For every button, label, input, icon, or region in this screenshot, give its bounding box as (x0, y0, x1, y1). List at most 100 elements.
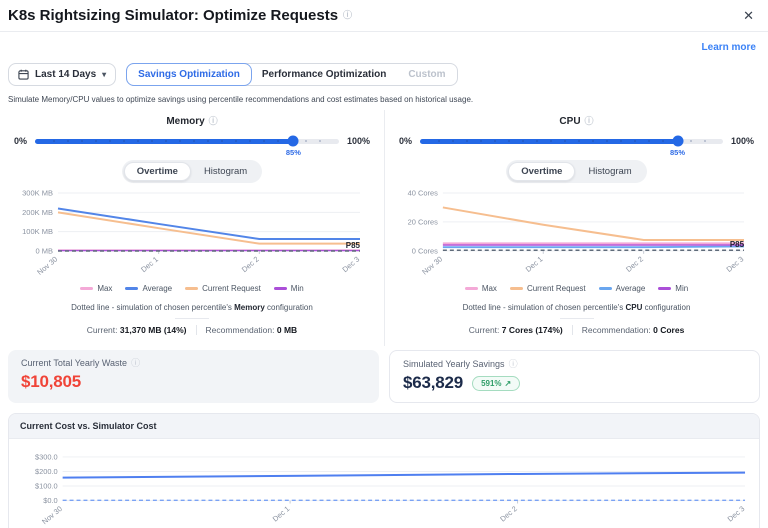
note-prefix: Dotted line - simulation of chosen perce… (462, 302, 626, 312)
simulator-description: Simulate Memory/CPU values to optimize s… (8, 95, 474, 104)
svg-text:0 Cores: 0 Cores (412, 246, 438, 255)
legend-marker (80, 287, 94, 290)
slider-thumb[interactable] (287, 135, 299, 147)
slider-max-label: 100% (730, 136, 754, 146)
legend-item[interactable]: Min (658, 284, 688, 293)
toggle-overtime[interactable]: Overtime (123, 162, 191, 181)
waste-label-text: Current Total Yearly Waste (21, 358, 128, 368)
memory-overtime-chart[interactable]: 0 MB 100K MB 200K MB 300K MB Nov 30 Dec 1 Dec … (10, 187, 374, 281)
info-icon[interactable]: ⓘ (585, 117, 594, 126)
legend-item[interactable]: Average (598, 283, 646, 293)
legend-label: Average (615, 283, 646, 293)
resource-panels: Memory ⓘ 0% 85% 100% Overtime Histogram … (0, 110, 768, 346)
legend-item[interactable]: Current Request (509, 284, 586, 293)
cost-comparison-chart[interactable]: $0.0 $100.0 $200.0 $300.0 Nov 30 Dec 1 Dec 2 De… (17, 449, 751, 528)
slider-track[interactable]: 85% (420, 135, 723, 157)
svg-text:Dec 3: Dec 3 (340, 255, 361, 274)
svg-text:P85: P85 (730, 240, 745, 249)
toggle-histogram[interactable]: Histogram (191, 162, 260, 181)
badge-text: 591% (481, 378, 502, 388)
toggle-overtime[interactable]: Overtime (508, 162, 576, 181)
cost-chart-body: $0.0 $100.0 $200.0 $300.0 Nov 30 Dec 1 Dec 2 De… (9, 439, 759, 528)
svg-text:$0.0: $0.0 (43, 496, 57, 505)
page-title: K8s Rightsizing Simulator: Optimize Requ… (8, 7, 352, 24)
cpu-current-row: Current: 7 Cores (174%) Recommendation: … (395, 324, 758, 346)
memory-panel-title: Memory ⓘ (10, 112, 374, 134)
svg-text:40 Cores: 40 Cores (408, 188, 439, 197)
svg-text:20 Cores: 20 Cores (408, 217, 439, 226)
legend-label: Current Request (202, 284, 261, 293)
divider (559, 317, 594, 319)
legend-item[interactable]: Min (273, 284, 304, 293)
svg-text:Nov 30: Nov 30 (40, 504, 64, 526)
recommendation-label: Recommendation: (581, 324, 651, 335)
svg-text:Dec 3: Dec 3 (725, 254, 746, 273)
recommendation-value: 0 MB (276, 325, 298, 335)
legend-label: Max (481, 283, 497, 293)
memory-chart-legend: Max Average Current Request Min (10, 281, 374, 300)
slider-track[interactable]: 85% (35, 135, 339, 157)
close-icon[interactable]: ✕ (743, 8, 754, 24)
legend-item[interactable]: Max (464, 283, 497, 293)
note-suffix: configuration (642, 302, 691, 312)
current-label: Current: (86, 325, 118, 335)
memory-dotted-line-note: Dotted line - simulation of chosen perce… (10, 300, 374, 313)
svg-text:Dec 3: Dec 3 (726, 504, 747, 523)
legend-item[interactable]: Current Request (185, 284, 261, 293)
legend-marker (125, 287, 139, 290)
info-icon[interactable]: ⓘ (343, 11, 352, 20)
legend-label: Min (290, 284, 304, 293)
slider-min-label: 0% (14, 136, 28, 146)
slider-max-label: 100% (346, 136, 370, 146)
note-bold: CPU (625, 302, 643, 312)
legend-marker (464, 286, 478, 290)
current-value: 7 Cores (174%) (501, 324, 563, 335)
svg-text:$100.0: $100.0 (35, 482, 58, 491)
info-icon[interactable]: ⓘ (209, 117, 218, 126)
legend-label: Min (675, 283, 689, 293)
svg-text:$200.0: $200.0 (35, 467, 58, 476)
waste-value: $10,805 (21, 372, 82, 391)
toggle-histogram[interactable]: Histogram (575, 162, 644, 181)
svg-text:P85: P85 (346, 241, 361, 250)
cpu-chart-legend: Max Current Request Average Min (395, 281, 758, 300)
tab-savings-optimization[interactable]: Savings Optimization (126, 63, 252, 86)
legend-label: Average (142, 284, 173, 293)
legend-item[interactable]: Average (125, 284, 172, 293)
info-icon[interactable]: ⓘ (509, 359, 518, 369)
learn-more-row: Learn more (0, 32, 768, 57)
legend-label: Max (97, 284, 113, 293)
date-range-dropdown[interactable]: Last 14 Days ▾ (8, 63, 117, 86)
learn-more-link[interactable]: Learn more (702, 42, 756, 53)
tab-custom[interactable]: Custom (397, 64, 456, 85)
slider-fill (35, 138, 294, 144)
note-bold: Memory (234, 303, 265, 312)
cpu-overtime-chart[interactable]: 0 Cores 20 Cores 40 Cores Nov 30 Dec 1 Dec 2 D… (395, 187, 758, 281)
savings-percent-badge: 591% ↗ (472, 375, 521, 391)
legend-item[interactable]: Max (80, 284, 112, 293)
simulated-savings-card: Simulated Yearly Savings ⓘ $63,829 591% … (389, 350, 760, 403)
legend-marker (509, 286, 523, 290)
legend-marker (598, 286, 612, 290)
svg-text:Dec 2: Dec 2 (624, 254, 645, 273)
savings-value: $63,829 (403, 373, 464, 392)
svg-text:Dec 1: Dec 1 (139, 255, 160, 274)
svg-text:Dec 2: Dec 2 (240, 255, 261, 274)
savings-card-label: Simulated Yearly Savings ⓘ (403, 359, 746, 369)
svg-text:Nov 30: Nov 30 (420, 254, 444, 276)
tab-performance-optimization[interactable]: Performance Optimization (251, 64, 397, 85)
current-label: Current: (468, 324, 500, 335)
info-icon[interactable]: ⓘ (131, 358, 140, 368)
slider-min-label: 0% (399, 136, 413, 146)
recommendation-value: 0 Cores (653, 324, 685, 335)
legend-marker (273, 287, 287, 290)
memory-view-toggle: Overtime Histogram (121, 160, 263, 183)
memory-title-text: Memory (166, 116, 205, 127)
slider-thumb[interactable] (672, 135, 684, 147)
slider-value-label: 85% (285, 147, 301, 157)
divider (195, 325, 197, 335)
modal-header: K8s Rightsizing Simulator: Optimize Requ… (0, 0, 768, 32)
current-value: 31,370 MB (14%) (119, 325, 187, 335)
cpu-panel: CPU ⓘ 0% 85% 100% Overtime Histogram 0 C… (384, 110, 768, 346)
svg-text:100K MB: 100K MB (22, 227, 53, 236)
